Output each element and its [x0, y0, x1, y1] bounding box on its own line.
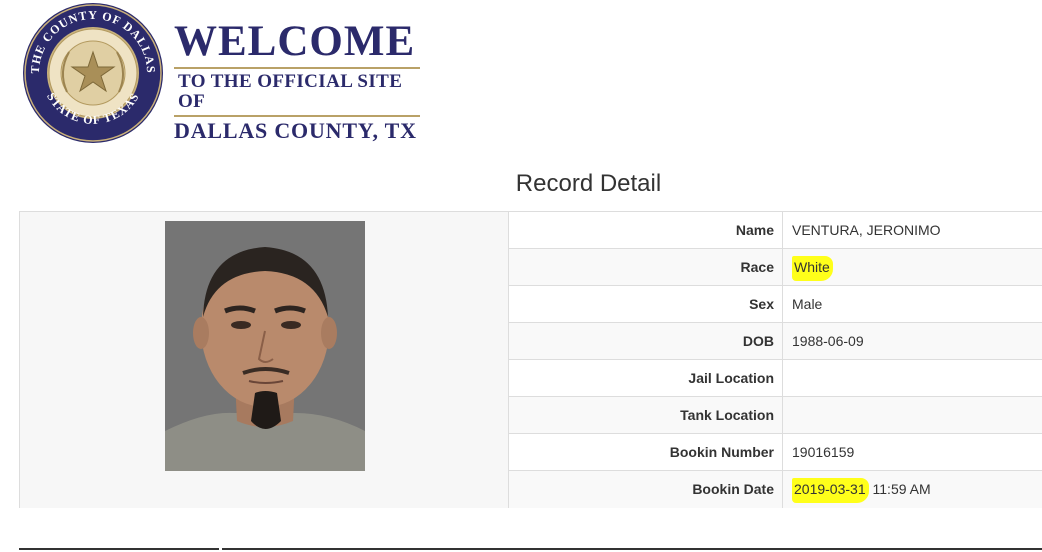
race-value-cell: White [792, 249, 833, 286]
record-row-name: Name VENTURA, JERONIMO [509, 212, 1042, 249]
dob-value: 1988-06-09 [792, 333, 864, 349]
bottom-divider-right [222, 548, 1042, 550]
race-label: Race [509, 249, 783, 285]
record-row-tank-location: Tank Location [509, 397, 1042, 434]
bottom-divider-left [19, 548, 219, 550]
dallas-county-seal-logo[interactable]: THE COUNTY OF DALLAS STATE OF TEXAS [22, 2, 164, 144]
record-row-bookin-date: Bookin Date 2019-03-31 11:59 AM [509, 471, 1042, 508]
dob-label: DOB [509, 323, 783, 359]
tank-location-label: Tank Location [509, 397, 783, 433]
bookin-time: 11:59 AM [868, 481, 931, 497]
name-label: Name [509, 212, 783, 248]
photo-cell [20, 212, 509, 508]
banner-subtitle: TO THE OFFICIAL SITE OF [174, 67, 420, 117]
page-title: Record Detail [515, 170, 662, 197]
record-row-dob: DOB 1988-06-09 [509, 323, 1042, 360]
site-banner[interactable]: WELCOME TO THE OFFICIAL SITE OF DALLAS C… [174, 20, 420, 143]
bookin-date: 2019-03-31 [792, 478, 869, 503]
record-row-race: Race White [509, 249, 1042, 286]
jail-location-label: Jail Location [509, 360, 783, 396]
race-value: White [792, 256, 833, 281]
record-row-bookin-number: Bookin Number 19016159 [509, 434, 1042, 471]
welcome-heading: WELCOME [174, 18, 416, 65]
bookin-number-label: Bookin Number [509, 434, 783, 470]
record-detail-table: Name VENTURA, JERONIMO Race White Sex Ma… [19, 211, 1042, 508]
bookin-number-value: 19016159 [792, 444, 855, 460]
bookin-date-label: Bookin Date [509, 471, 783, 508]
name-value: VENTURA, JERONIMO [792, 222, 941, 238]
record-row-jail-location: Jail Location [509, 360, 1042, 397]
banner-county: DALLAS COUNTY, TX [174, 118, 417, 143]
inmate-photo [165, 221, 365, 471]
record-row-sex: Sex Male [509, 286, 1042, 323]
sex-value: Male [792, 296, 823, 312]
sex-label: Sex [509, 286, 783, 322]
bookin-date-value: 2019-03-31 11:59 AM [792, 471, 931, 508]
record-fields: Name VENTURA, JERONIMO Race White Sex Ma… [509, 212, 1042, 508]
